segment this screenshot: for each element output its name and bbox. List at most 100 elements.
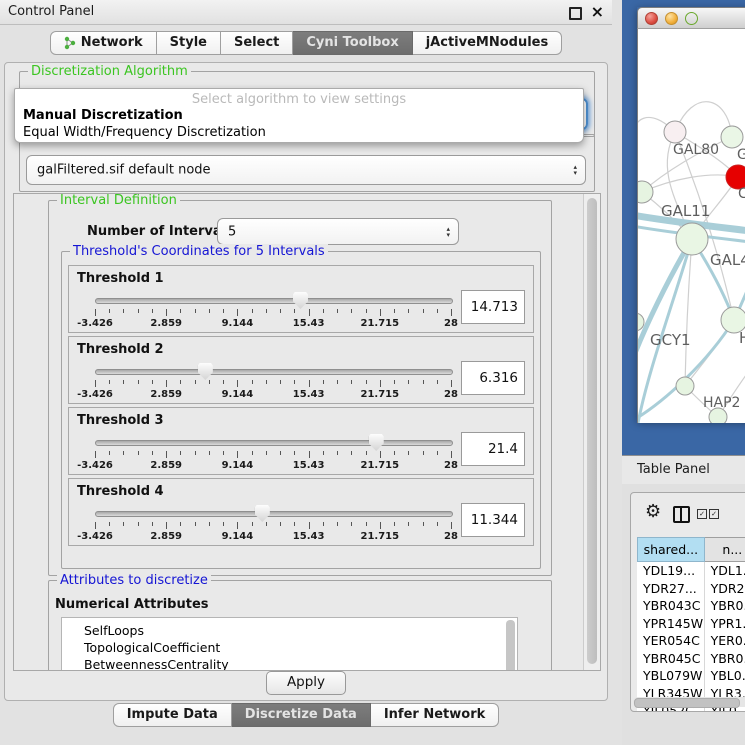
group-title: Attributes to discretize: [57, 573, 211, 588]
table-cell[interactable]: YER054C: [637, 632, 705, 650]
slider-track[interactable]: [95, 369, 453, 375]
tick-label: 28: [444, 318, 458, 329]
tick-mark: [166, 380, 167, 387]
column-header-shared-name[interactable]: shared...: [637, 537, 705, 562]
vertical-scrollbar[interactable]: [583, 194, 600, 670]
tick-mark: [294, 309, 295, 313]
threshold-value-field[interactable]: 6.316: [461, 361, 525, 395]
tab-cyni-toolbox[interactable]: Cyni Toolbox: [293, 31, 412, 55]
popup-option-equal-width-frequency[interactable]: Equal Width/Frequency Discretization: [15, 124, 583, 141]
tick-mark: [180, 522, 181, 526]
close-icon[interactable]: ×: [591, 2, 604, 22]
table-data-combobox[interactable]: galFiltered.sif default node ▴▾: [26, 155, 586, 185]
slider-thumb[interactable]: [369, 434, 384, 451]
tick-mark: [423, 309, 424, 313]
tab-select[interactable]: Select: [221, 31, 293, 55]
table-row[interactable]: YER054C YER0...: [637, 632, 745, 650]
tick-mark: [294, 451, 295, 455]
float-window-icon[interactable]: [569, 7, 582, 20]
table-cell[interactable]: YBR043C: [637, 597, 705, 615]
threshold-value-field[interactable]: 11.344: [461, 503, 525, 537]
threshold-slider[interactable]: -3.4262.8599.14415.4321.71528: [89, 432, 457, 472]
tick-mark: [380, 451, 381, 458]
table-cell[interactable]: YER0...: [705, 632, 745, 650]
tick-mark: [337, 451, 338, 455]
tick-mark: [266, 309, 267, 313]
tick-label: 15.43: [293, 389, 325, 400]
table-panel-body: ⚙ ✓ ✓ shared... n... YDL19... YDL1... YD…: [622, 484, 745, 745]
threshold-slider[interactable]: -3.4262.8599.14415.4321.71528: [89, 503, 457, 543]
node-label: HAP2: [703, 395, 740, 411]
checkbox-icons[interactable]: ✓ ✓: [697, 509, 719, 519]
table-cell[interactable]: YBR0...: [705, 650, 745, 668]
tick-mark: [95, 522, 96, 529]
tick-mark: [237, 451, 238, 458]
table-row[interactable]: YPR145W YPR1...: [637, 615, 745, 633]
slider-track[interactable]: [95, 440, 453, 446]
split-columns-icon[interactable]: [673, 506, 690, 523]
network-window-titlebar[interactable]: [637, 7, 745, 29]
table-cell[interactable]: YBL079W: [637, 667, 705, 685]
number-of-intervals-combobox[interactable]: 5 ▴▾: [217, 218, 459, 245]
slider-thumb[interactable]: [198, 363, 213, 380]
table-cell[interactable]: YDL1...: [705, 562, 745, 580]
network-graph-view[interactable]: GAL80 GA C GAL11 GAL4 GCY1 H HAP2: [637, 29, 745, 423]
minimize-traffic-light-icon[interactable]: [665, 12, 678, 25]
list-item[interactable]: BetweennessCentrality: [62, 656, 517, 670]
tab-impute-data[interactable]: Impute Data: [113, 703, 232, 727]
network-view-window[interactable]: GAL80 GA C GAL11 GAL4 GCY1 H HAP2: [637, 7, 745, 421]
slider-ticks: [95, 309, 451, 317]
table-row[interactable]: YDR27... YDR2...: [637, 580, 745, 598]
threshold-label: Threshold 2: [77, 342, 164, 357]
table-cell[interactable]: YBR045C: [637, 650, 705, 668]
table-row[interactable]: YDL19... YDL1...: [637, 562, 745, 580]
table-cell[interactable]: YDR2...: [705, 580, 745, 598]
column-header-name[interactable]: n...: [705, 537, 745, 562]
gear-icon[interactable]: ⚙: [645, 503, 661, 521]
tab-style[interactable]: Style: [157, 31, 221, 55]
tab-jactivemnodules[interactable]: jActiveMNodules: [413, 31, 563, 55]
threshold-value-field[interactable]: 14.713: [461, 290, 525, 324]
tab-network[interactable]: Network: [50, 31, 157, 55]
scrollbar-thumb[interactable]: [587, 198, 597, 664]
threshold-panel: Threshold 4 -3.4262.8599.14415.4321.7152…: [68, 478, 534, 546]
table-cell[interactable]: YDL19...: [637, 562, 705, 580]
list-item[interactable]: SelfLoops: [62, 622, 517, 639]
zoom-traffic-light-icon[interactable]: [685, 12, 698, 25]
checkbox-checked-icon: ✓: [709, 509, 719, 519]
popup-option-manual-discretization[interactable]: Manual Discretization: [15, 107, 583, 124]
slider-track[interactable]: [95, 511, 453, 517]
scrollbar-thumb[interactable]: [634, 698, 740, 708]
threshold-slider[interactable]: -3.4262.8599.14415.4321.71528: [89, 361, 457, 401]
table-cell[interactable]: YBL0...: [705, 667, 745, 685]
tab-discretize-data[interactable]: Discretize Data: [232, 703, 371, 727]
node-table: shared... n... YDL19... YDL1... YDR27...…: [637, 537, 745, 712]
tick-mark: [351, 309, 352, 313]
threshold-slider[interactable]: -3.4262.8599.14415.4321.71528: [89, 290, 457, 330]
tick-mark: [366, 380, 367, 384]
slider-thumb[interactable]: [293, 292, 308, 309]
tab-infer-network[interactable]: Infer Network: [371, 703, 499, 727]
tick-mark: [351, 451, 352, 455]
table-cell[interactable]: YPR145W: [637, 615, 705, 633]
table-row[interactable]: YBL079W YBL0...: [637, 667, 745, 685]
table-row[interactable]: YBR045C YBR0...: [637, 650, 745, 668]
apply-button[interactable]: Apply: [266, 671, 346, 695]
list-item[interactable]: TopologicalCoefficient: [62, 639, 517, 656]
list-scrollbar[interactable]: [506, 620, 515, 670]
table-cell[interactable]: YBR0...: [705, 597, 745, 615]
threshold-value-field[interactable]: 21.4: [461, 432, 525, 466]
tick-mark: [280, 309, 281, 313]
tick-mark: [323, 451, 324, 455]
table-cell[interactable]: YPR1...: [705, 615, 745, 633]
close-traffic-light-icon[interactable]: [645, 12, 658, 25]
control-panel-titlebar: Control Panel ×: [0, 0, 612, 25]
cyni-toolbox-panel: Discretization Algorithm ▴▾ Select algor…: [4, 62, 608, 701]
slider-thumb[interactable]: [255, 505, 270, 522]
slider-track[interactable]: [95, 298, 453, 304]
table-cell[interactable]: YDR27...: [637, 580, 705, 598]
table-row[interactable]: YBR043C YBR0...: [637, 597, 745, 615]
tick-mark: [337, 309, 338, 313]
tick-mark: [95, 309, 96, 316]
horizontal-scrollbar[interactable]: [633, 697, 745, 707]
